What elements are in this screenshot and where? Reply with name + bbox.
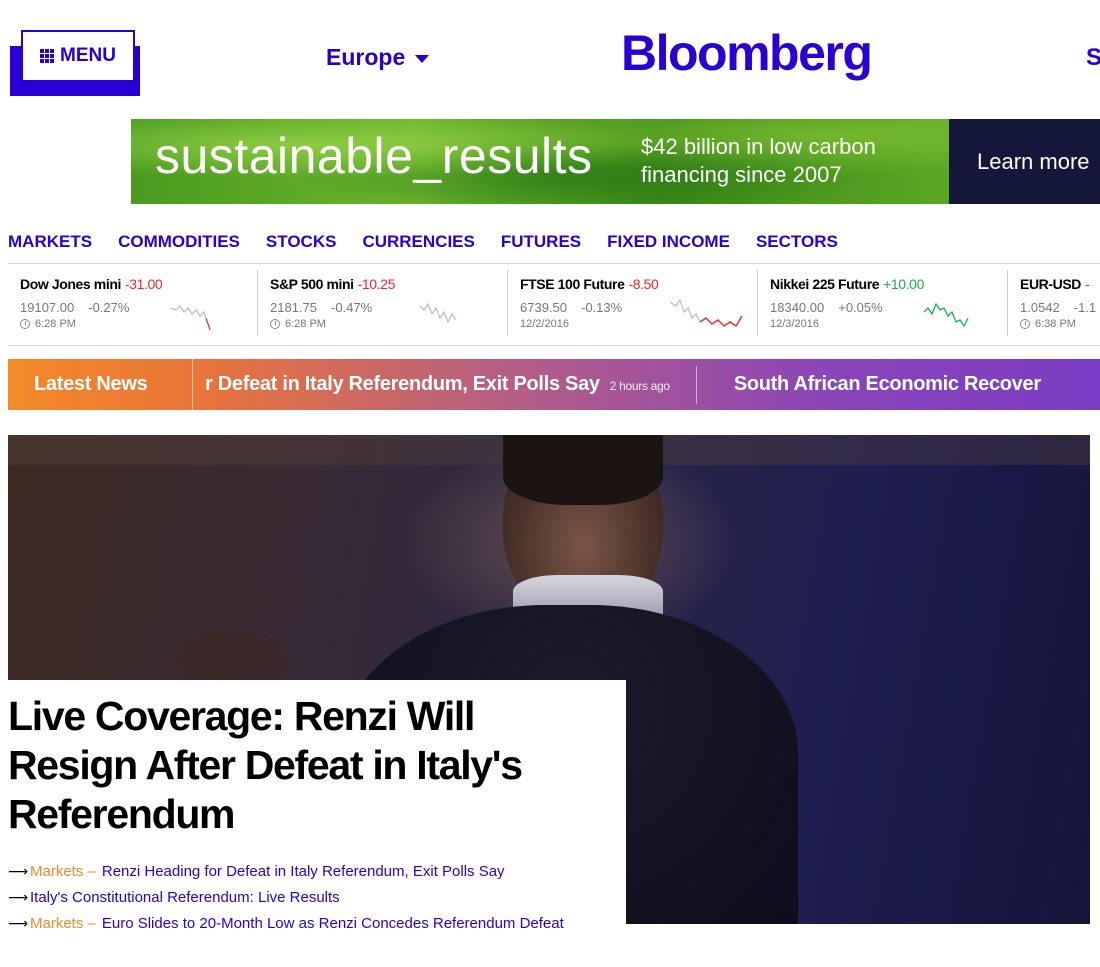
ticker-dow[interactable]: Dow Jones mini -31.00 19107.00 -0.27% 6:28… xyxy=(8,270,258,336)
latest-news-bar: Latest News r Defeat in Italy Referendum… xyxy=(8,359,1100,410)
ticker-name: Nikkei 225 Future xyxy=(770,276,880,292)
nav-item-fixed-income[interactable]: FIXED INCOME xyxy=(607,232,730,252)
ad-subtext: $42 billion in low carbon financing sinc… xyxy=(641,133,931,189)
ticker-time: 6:38 PM xyxy=(1035,318,1076,330)
hero-hair xyxy=(503,435,663,505)
menu-label: MENU xyxy=(60,45,116,66)
related-category: Markets – xyxy=(30,915,96,932)
clock-icon xyxy=(270,319,280,329)
ticker-change: -8.50 xyxy=(628,276,659,292)
region-selector[interactable]: Europe xyxy=(326,44,430,71)
ticker-percent: -0.27% xyxy=(88,300,130,315)
nav-item-commodities[interactable]: COMMODITIES xyxy=(118,232,240,252)
arrow-right-icon: ⟶ xyxy=(8,889,29,905)
ticker-change: -31.00 xyxy=(124,276,163,292)
ticker-price: 2181.75 xyxy=(270,300,317,315)
related-links: ⟶ Markets – Renzi Heading for Defeat in I… xyxy=(8,861,626,934)
news-timestamp: 2 hours ago xyxy=(609,379,670,393)
sparkline-ftse xyxy=(670,298,743,327)
related-link[interactable]: ⟶ Markets – Euro Slides to 20-Month Low a… xyxy=(8,913,626,934)
latest-news-item[interactable]: South African Economic Recover xyxy=(722,373,1041,396)
ticker-strip: Dow Jones mini -31.00 19107.00 -0.27% 6:28… xyxy=(8,270,1100,340)
ticker-name: S&P 500 mini xyxy=(270,276,354,292)
arrow-right-icon: ⟶ xyxy=(8,915,29,931)
related-link[interactable]: ⟶ Italy's Constitutional Referendum: Liv… xyxy=(8,887,626,908)
clock-icon xyxy=(20,319,30,329)
ad-cta[interactable]: Learn more xyxy=(949,119,1100,204)
ticker-percent: -0.13% xyxy=(581,300,623,315)
ticker-name: EUR-USD xyxy=(1020,276,1081,292)
ad-headline: sustainable_results xyxy=(155,128,593,184)
latest-news-item[interactable]: r Defeat in Italy Referendum, Exit Polls… xyxy=(193,373,670,396)
news-headline: r Defeat in Italy Referendum, Exit Polls… xyxy=(205,373,600,395)
news-separator xyxy=(695,365,697,404)
related-title: Euro Slides to 20-Month Low as Renzi Con… xyxy=(101,915,564,932)
bloomberg-logo[interactable]: Bloomberg xyxy=(621,24,873,82)
ticker-percent: +0.05% xyxy=(838,300,883,315)
nav-item-sectors[interactable]: SECTORS xyxy=(756,232,838,252)
related-link[interactable]: ⟶ Markets – Renzi Heading for Defeat in I… xyxy=(8,861,626,882)
sparkline-dow xyxy=(170,305,211,331)
grid-icon xyxy=(40,49,55,63)
ticker-ftse[interactable]: FTSE 100 Future -8.50 6739.50 -0.13% 12/2/… xyxy=(508,270,758,336)
ticker-change: +10.00 xyxy=(883,276,924,292)
sparkline-nikkei xyxy=(923,302,969,328)
menu-block: MENU xyxy=(10,30,140,100)
ticker-name: FTSE 100 Future xyxy=(520,276,625,292)
ticker-change: - xyxy=(1084,276,1090,292)
ticker-price: 6739.50 xyxy=(520,300,567,315)
header-edge-text[interactable]: S xyxy=(1086,44,1100,72)
hero-headline[interactable]: Live Coverage: Renzi Will Resign After D… xyxy=(8,692,608,839)
ticker-sp500[interactable]: S&P 500 mini -10.25 2181.75 -0.47% 6:28 PM xyxy=(258,270,508,336)
nav-item-futures[interactable]: FUTURES xyxy=(501,232,581,252)
hero-card: Live Coverage: Renzi Will Resign After D… xyxy=(8,680,626,967)
related-title: Italy's Constitutional Referendum: Live … xyxy=(30,889,340,906)
related-category: Markets – xyxy=(30,863,96,880)
chevron-down-icon xyxy=(415,55,430,63)
ad-sub-line2: financing since 2007 xyxy=(641,162,842,187)
arrow-right-icon: ⟶ xyxy=(8,863,29,879)
related-title: Renzi Heading for Defeat in Italy Refere… xyxy=(101,863,505,880)
ticker-percent: -1.1 xyxy=(1073,300,1097,315)
latest-news-label[interactable]: Latest News xyxy=(8,359,193,410)
ticker-time: 12/3/2016 xyxy=(770,318,819,330)
nav-divider xyxy=(8,263,1100,264)
sparkline-sp500 xyxy=(420,302,457,324)
clock-icon xyxy=(1020,319,1030,329)
nav-item-stocks[interactable]: STOCKS xyxy=(266,232,337,252)
ticker-price: 18340.00 xyxy=(770,300,825,315)
ticker-change: -10.25 xyxy=(357,276,396,292)
ticker-time: 12/2/2016 xyxy=(520,318,569,330)
ad-sub-line1: $42 billion in low carbon xyxy=(641,134,876,159)
ad-leaf-panel: sustainable_results $42 billion in low c… xyxy=(131,119,949,204)
ticker-percent: -0.47% xyxy=(331,300,373,315)
news-headline: South African Economic Recover xyxy=(733,373,1041,395)
ticker-price: 1.0542 xyxy=(1020,300,1060,315)
ticker-name: Dow Jones mini xyxy=(20,276,121,292)
nav-item-currencies[interactable]: CURRENCIES xyxy=(362,232,474,252)
ticker-nikkei[interactable]: Nikkei 225 Future +10.00 18340.00 +0.05% 1… xyxy=(758,270,1008,336)
ticker-price: 19107.00 xyxy=(20,300,75,315)
ticker-time: 6:28 PM xyxy=(285,318,326,330)
menu-button[interactable]: MENU xyxy=(21,30,135,82)
nav-item-markets[interactable]: MARKETS xyxy=(8,232,92,252)
region-label: Europe xyxy=(326,44,406,70)
ad-banner[interactable]: sustainable_results $42 billion in low c… xyxy=(131,119,1100,204)
section-nav: MARKETS COMMODITIES STOCKS CURRENCIES FU… xyxy=(8,232,864,252)
ticker-divider xyxy=(8,345,1100,346)
ticker-time: 6:28 PM xyxy=(35,318,76,330)
ticker-eurusd[interactable]: EUR-USD - 1.0542 -1.1 6:38 PM xyxy=(1008,270,1100,336)
